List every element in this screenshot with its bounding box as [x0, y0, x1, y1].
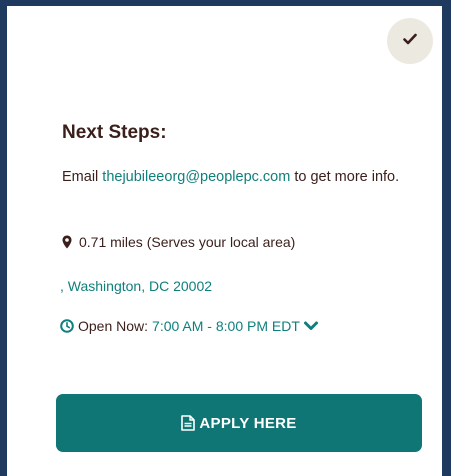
- apply-here-label: APPLY HERE: [199, 414, 297, 432]
- email-suffix: to get more info.: [290, 169, 400, 185]
- document-icon: [181, 415, 196, 431]
- apply-here-button[interactable]: APPLY HERE: [56, 394, 422, 452]
- next-steps-heading: Next Steps:: [62, 122, 167, 143]
- address-link[interactable]: , Washington, DC 20002: [60, 278, 212, 294]
- chevron-down-icon: [303, 321, 318, 331]
- distance-text: 0.71 miles (Serves your local area): [79, 234, 296, 250]
- email-instructions: Email thejubileeorg@peoplepc.com to get …: [62, 165, 422, 189]
- distance-row: 0.71 miles (Serves your local area): [62, 234, 295, 250]
- hours-row: Open Now: 7:00 AM - 8:00 PM EDT: [60, 318, 318, 334]
- mark-done-button[interactable]: [387, 18, 433, 64]
- checkmark-icon: [403, 32, 417, 50]
- clock-icon: [60, 319, 74, 333]
- email-link[interactable]: thejubileeorg@peoplepc.com: [102, 169, 290, 185]
- open-now-label: Open Now:: [78, 318, 149, 334]
- map-pin-icon: [62, 235, 72, 249]
- hours-time: 7:00 AM - 8:00 PM EDT: [152, 318, 300, 334]
- hours-expand-toggle[interactable]: [303, 321, 318, 331]
- email-prefix: Email: [62, 169, 103, 185]
